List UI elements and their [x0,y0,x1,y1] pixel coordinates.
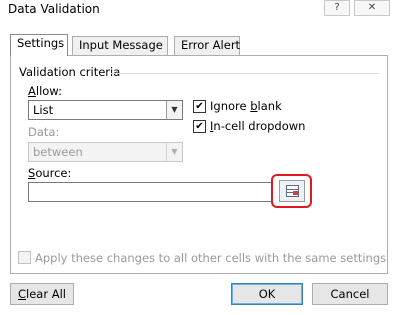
ignore-blank-label: Ignore blank [210,99,282,113]
window-title: Data Validation [8,2,100,16]
cancel-button[interactable]: Cancel [312,283,388,305]
allow-label: Allow: [28,84,62,98]
tab-input-message[interactable]: Input Message [72,36,168,55]
allow-value: List [33,103,54,117]
ignore-blank-checkbox[interactable]: ✔ [193,100,206,113]
ok-button[interactable]: OK [231,283,303,305]
tab-settings[interactable]: Settings [10,34,68,56]
apply-all-checkbox [18,251,31,264]
close-button[interactable]: ✕ [354,0,390,16]
group-divider [111,73,379,74]
red-highlight-annotation [271,174,312,208]
help-button[interactable]: ? [324,0,350,16]
chevron-down-icon: ▼ [166,143,182,161]
chevron-down-icon[interactable]: ▼ [166,101,182,119]
settings-panel: Validation criteria Allow: List ▼ Data: … [10,55,388,274]
in-cell-dropdown-label: In-cell dropdown [210,119,306,133]
in-cell-dropdown-checkbox[interactable]: ✔ [193,120,206,133]
tab-error-alert[interactable]: Error Alert [174,36,240,55]
title-bar: Data Validation ? ✕ [0,0,396,22]
data-dropdown: between ▼ [28,142,183,162]
validation-criteria-title: Validation criteria [19,65,121,79]
data-value: between [33,145,83,159]
apply-all-label: Apply these changes to all other cells w… [35,251,387,265]
source-input[interactable] [28,182,272,202]
source-label: Source: [28,166,72,180]
allow-dropdown[interactable]: List ▼ [28,100,183,120]
clear-all-button[interactable]: Clear All [10,283,74,305]
data-label: Data: [28,125,60,139]
